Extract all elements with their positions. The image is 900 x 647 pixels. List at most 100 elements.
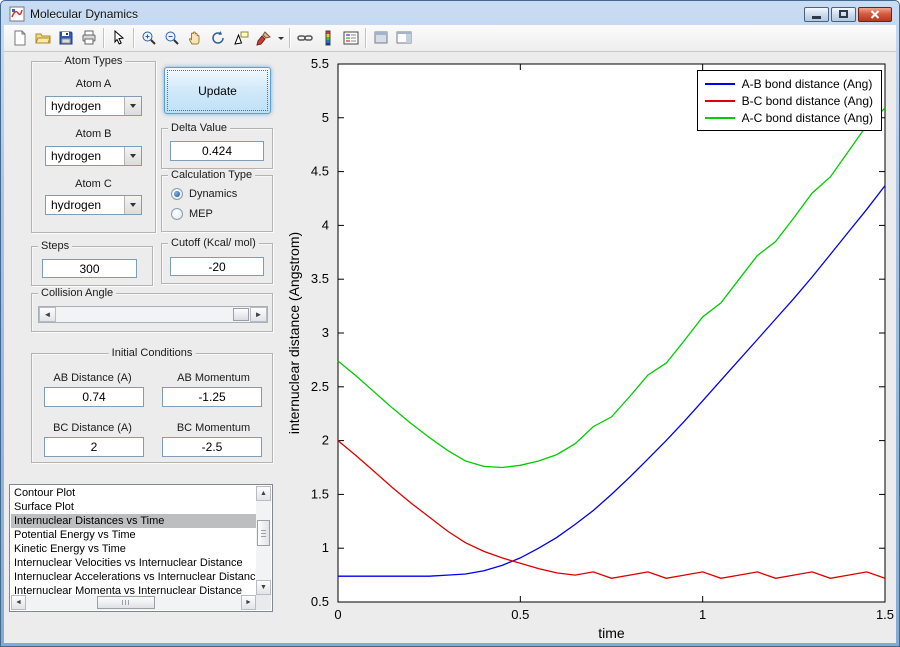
legend-entry: A-C bond distance (Ang) (704, 109, 873, 126)
steps-title: Steps (38, 240, 73, 252)
update-button[interactable]: Update (164, 67, 271, 114)
atom-b-label: Atom B (75, 128, 112, 140)
show-plot-tools-button[interactable] (392, 27, 415, 49)
chevron-down-icon[interactable] (124, 97, 141, 115)
atom-b-value: hydrogen (51, 149, 102, 163)
new-figure-button[interactable] (8, 27, 31, 49)
initial-conditions-title: Initial Conditions (108, 347, 196, 359)
chart-area[interactable]: 0 0.5 1 1.5 0.5 1 1.5 2 2.5 3 3.5 4 4.5 5 5.5 time inter… (283, 56, 895, 644)
y-tick-label: 3 (322, 325, 329, 340)
hide-plot-tools-button[interactable] (369, 27, 392, 49)
brush-button[interactable] (252, 27, 275, 49)
calc-type-option-mep[interactable]: MEP (162, 204, 272, 224)
window-title: Molecular Dynamics (30, 7, 139, 21)
x-tick-label: 1.5 (876, 607, 894, 622)
close-button[interactable] (858, 6, 892, 22)
steps-input[interactable] (42, 259, 137, 278)
y-axis-label: internuclear distance (Angstrom) (286, 232, 302, 434)
cutoff-input[interactable] (170, 257, 264, 276)
brush-dropdown-icon (277, 30, 285, 46)
rotate-3d-button[interactable] (206, 27, 229, 49)
data-cursor-icon (233, 30, 249, 46)
insert-legend-button[interactable] (339, 27, 362, 49)
hide-plot-tools-icon (373, 30, 389, 46)
pan-button[interactable] (183, 27, 206, 49)
legend-line-sample (704, 82, 735, 85)
atom-c-dropdown[interactable]: hydrogen (45, 195, 142, 215)
print-figure-icon (81, 30, 97, 46)
legend-label: B-C bond distance (Ang) (741, 93, 873, 108)
link-plot-button[interactable] (293, 27, 316, 49)
insert-colorbar-button[interactable] (316, 27, 339, 49)
bc-momentum-input[interactable] (162, 437, 262, 457)
print-figure-button[interactable] (77, 27, 100, 49)
maximize-button[interactable] (831, 6, 856, 22)
initial-conditions-panel: Initial Conditions AB Distance (A) AB Mo… (31, 347, 273, 463)
delta-value-input[interactable] (170, 141, 264, 161)
data-cursor-button[interactable] (229, 27, 252, 49)
scroll-left-icon[interactable]: ◄ (11, 595, 26, 610)
horizontal-scroll-thumb[interactable] (97, 596, 155, 609)
zoom-out-icon (164, 30, 180, 46)
maximize-icon (839, 10, 848, 18)
zoom-out-button[interactable] (160, 27, 183, 49)
x-tick-label: 0 (334, 607, 341, 622)
plot-list-item[interactable]: Contour Plot (11, 486, 256, 500)
radio-button-icon[interactable] (171, 208, 183, 220)
plot-list-item[interactable]: Internuclear Distances vs Time (11, 514, 256, 528)
slider-left-arrow-icon[interactable]: ◄ (39, 307, 56, 322)
calculation-type-title: Calculation Type (168, 169, 256, 181)
scroll-right-icon[interactable]: ► (241, 595, 256, 610)
scroll-down-icon[interactable]: ▼ (256, 580, 271, 595)
ab-momentum-label: AB Momentum (177, 372, 250, 384)
x-tick-label: 1 (699, 607, 706, 622)
title-bar[interactable]: Molecular Dynamics (4, 3, 896, 25)
zoom-in-button[interactable] (137, 27, 160, 49)
radio-button-icon[interactable] (171, 188, 183, 200)
plot-list-item[interactable]: Internuclear Momenta vs Internuclear Dis… (11, 584, 256, 595)
chevron-down-icon[interactable] (124, 196, 141, 214)
legend-line-sample (704, 116, 735, 119)
bc-distance-input[interactable] (44, 437, 144, 457)
insert-legend-icon (343, 30, 359, 46)
plot-type-listbox[interactable]: Contour Plot Surface Plot Internuclear Dis… (9, 484, 273, 612)
slider-thumb[interactable] (233, 308, 249, 321)
horizontal-scrollbar[interactable]: ◄ ► (11, 595, 256, 610)
plot-list-item[interactable]: Potential Energy vs Time (11, 528, 256, 542)
ab-distance-input[interactable] (44, 387, 144, 407)
delta-value-title: Delta Value (168, 122, 231, 134)
calc-type-option-dynamics[interactable]: Dynamics (162, 184, 272, 204)
slider-right-arrow-icon[interactable]: ► (250, 307, 267, 322)
scroll-up-icon[interactable]: ▲ (256, 486, 271, 501)
pan-icon (187, 30, 203, 46)
calculation-type-options: Dynamics MEP (162, 184, 272, 224)
plot-list-items: Contour Plot Surface Plot Internuclear Dis… (11, 486, 256, 595)
plot-canvas[interactable]: 0 0.5 1 1.5 0.5 1 1.5 2 2.5 3 3.5 4 4.5 5 5.5 time inter… (283, 56, 895, 644)
atom-a-dropdown[interactable]: hydrogen (45, 96, 142, 116)
y-tick-label: 5 (322, 110, 329, 125)
window-content: Atom Types Atom A hydrogen Atom B hydrog… (4, 25, 896, 643)
atom-b-dropdown[interactable]: hydrogen (45, 146, 142, 166)
edit-plot-button[interactable] (107, 27, 130, 49)
minimize-button[interactable] (804, 6, 829, 22)
ab-momentum-input[interactable] (162, 387, 262, 407)
plot-list-item[interactable]: Surface Plot (11, 500, 256, 514)
save-figure-button[interactable] (54, 27, 77, 49)
brush-dropdown-button[interactable] (275, 27, 286, 49)
plot-list-item[interactable]: Internuclear Velocities vs Internuclear … (11, 556, 256, 570)
legend-label: A-B bond distance (Ang) (741, 76, 873, 91)
app-window: Molecular Dynamics Atom Types Atom A hyd… (0, 0, 900, 647)
toolbar-separator (365, 28, 366, 48)
y-tick-label: 4 (322, 217, 329, 232)
chevron-down-icon[interactable] (124, 147, 141, 165)
vertical-scrollbar[interactable]: ▲ ▼ (256, 486, 271, 595)
cutoff-title: Cutoff (Kcal/ mol) (168, 237, 259, 249)
plot-list-item[interactable]: Kinetic Energy vs Time (11, 542, 256, 556)
y-tick-label: 0.5 (311, 594, 329, 609)
plot-list-item[interactable]: Internuclear Accelerations vs Internucle… (11, 570, 256, 584)
slider-track[interactable] (56, 307, 250, 322)
vertical-scroll-thumb[interactable] (257, 520, 270, 546)
open-file-button[interactable] (31, 27, 54, 49)
collision-angle-slider[interactable]: ◄ ► (38, 306, 268, 323)
chart-legend[interactable]: A-B bond distance (Ang) B-C bond distance… (696, 70, 882, 131)
